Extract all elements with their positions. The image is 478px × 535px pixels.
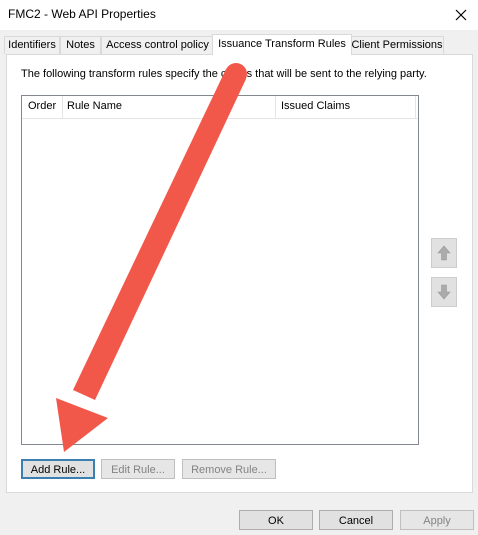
close-icon bbox=[455, 9, 467, 21]
arrow-down-icon bbox=[437, 284, 451, 300]
properties-dialog: FMC2 - Web API Properties Identifiers No… bbox=[0, 0, 478, 535]
column-separator[interactable] bbox=[62, 96, 63, 118]
move-down-button[interactable] bbox=[431, 277, 457, 307]
rules-list[interactable]: Order Rule Name Issued Claims bbox=[21, 95, 419, 445]
tab-issuance-transform-rules[interactable]: Issuance Transform Rules bbox=[212, 34, 352, 55]
tab-client-permissions[interactable]: Client Permissions bbox=[350, 36, 444, 54]
cancel-button[interactable]: Cancel bbox=[319, 510, 393, 530]
description-text: The following transform rules specify th… bbox=[21, 68, 427, 80]
tab-strip: Identifiers Notes Access control policy … bbox=[4, 34, 474, 55]
apply-button[interactable]: Apply bbox=[400, 510, 474, 530]
column-separator[interactable] bbox=[415, 96, 416, 118]
column-issued-claims[interactable]: Issued Claims bbox=[281, 100, 350, 112]
close-button[interactable] bbox=[444, 0, 478, 30]
column-order[interactable]: Order bbox=[28, 100, 56, 112]
tab-access-control-policy[interactable]: Access control policy bbox=[101, 36, 214, 54]
add-rule-button[interactable]: Add Rule... bbox=[21, 459, 95, 479]
edit-rule-button[interactable]: Edit Rule... bbox=[101, 459, 175, 479]
title-bar: FMC2 - Web API Properties bbox=[0, 0, 478, 30]
tab-identifiers[interactable]: Identifiers bbox=[4, 36, 60, 54]
list-header: Order Rule Name Issued Claims bbox=[22, 96, 418, 119]
tab-panel: The following transform rules specify th… bbox=[6, 54, 473, 493]
move-up-button[interactable] bbox=[431, 238, 457, 268]
column-separator[interactable] bbox=[275, 96, 276, 118]
arrow-up-icon bbox=[437, 245, 451, 261]
remove-rule-button[interactable]: Remove Rule... bbox=[182, 459, 276, 479]
column-rule-name[interactable]: Rule Name bbox=[67, 100, 122, 112]
ok-button[interactable]: OK bbox=[239, 510, 313, 530]
tab-notes[interactable]: Notes bbox=[60, 36, 101, 54]
window-title: FMC2 - Web API Properties bbox=[8, 7, 156, 21]
